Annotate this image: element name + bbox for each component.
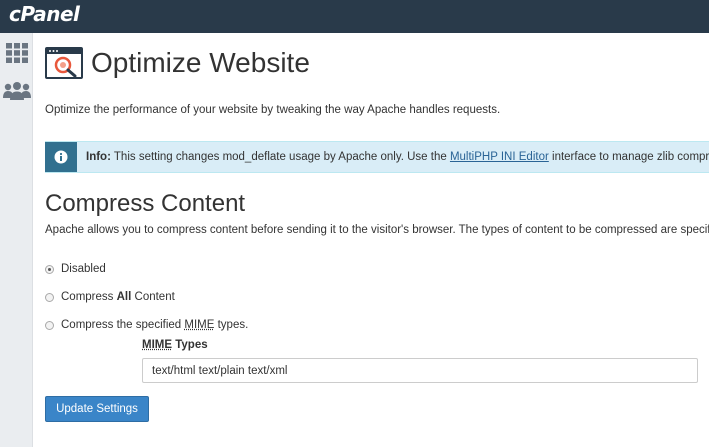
info-text-after: interface to manage zlib compression. (552, 151, 709, 163)
radio-compress-all[interactable] (45, 292, 54, 302)
label-prefix: Compress the specified (61, 319, 185, 331)
compress-content-description: Apache allows you to compress content be… (45, 224, 709, 236)
info-text-before: This setting changes mod_deflate usage b… (110, 151, 450, 163)
mime-abbr: MIME (142, 339, 173, 351)
radio-compress-all-option[interactable]: Compress All Content (45, 291, 175, 303)
info-icon (45, 142, 77, 172)
info-text: Info: This setting changes mod_deflate u… (77, 151, 709, 163)
label-suffix: Content (131, 291, 175, 303)
grid-icon[interactable] (2, 40, 31, 66)
mime-types-label-rest: Types (172, 339, 208, 351)
radio-compress-all-label: Compress All Content (61, 291, 175, 303)
radio-disabled-label: Disabled (61, 263, 106, 275)
mime-abbr: MIME (184, 319, 215, 331)
multiphp-ini-editor-link[interactable]: MultiPHP INI Editor (450, 151, 549, 163)
page-description: Optimize the performance of your website… (45, 104, 501, 116)
radio-compress-mime-option[interactable]: Compress the specified MIME types. (45, 319, 248, 331)
users-icon[interactable] (2, 78, 31, 104)
main-content: Optimize Website Optimize the performanc… (33, 33, 709, 447)
update-settings-button[interactable]: Update Settings (45, 396, 149, 422)
radio-compress-mime[interactable] (45, 320, 54, 330)
radio-disabled[interactable] (45, 264, 54, 274)
label-suffix: types. (214, 319, 249, 331)
compress-content-title: Compress Content (45, 190, 246, 217)
cpanel-logo[interactable]: cPanel (9, 2, 80, 26)
radio-compress-mime-label: Compress the specified MIME types. (61, 319, 248, 331)
top-bar: cPanel (0, 0, 709, 33)
mime-types-label: MIME Types (142, 339, 208, 351)
radio-disabled-option[interactable]: Disabled (45, 263, 106, 275)
page-title: Optimize Website (91, 47, 310, 78)
label-bold: All (116, 291, 132, 303)
sidebar (0, 33, 33, 447)
mime-types-input[interactable] (142, 358, 698, 383)
info-label: Info: (86, 151, 111, 163)
label-prefix: Compress (61, 291, 117, 303)
info-alert: Info: This setting changes mod_deflate u… (45, 141, 709, 173)
optimize-website-icon (45, 47, 83, 79)
page-header: Optimize Website (45, 45, 310, 81)
